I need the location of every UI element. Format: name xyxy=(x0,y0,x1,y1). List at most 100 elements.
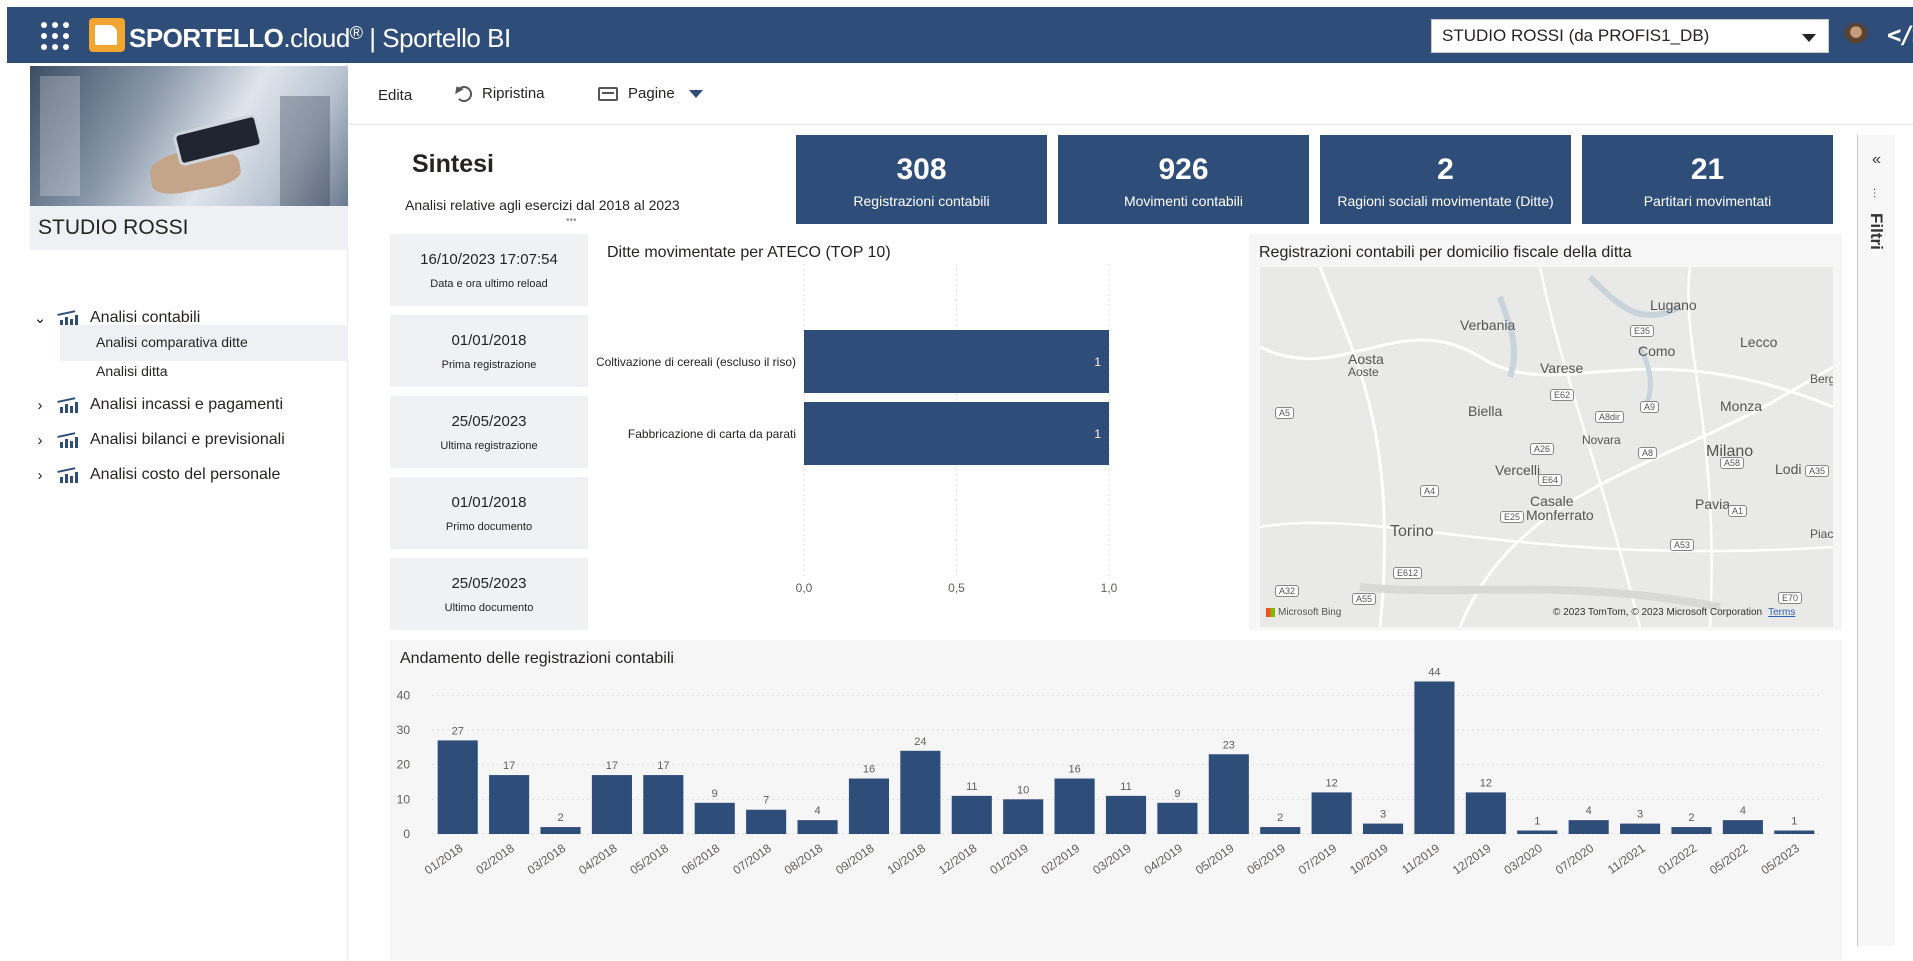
bar xyxy=(1517,830,1558,834)
x-tick-label: 11/2021 xyxy=(1605,841,1648,877)
bar xyxy=(804,330,1109,393)
road-sign: A8dir xyxy=(1595,411,1625,423)
map-view[interactable]: Lugano Verbania Lecco Aosta Aoste Como V… xyxy=(1260,267,1833,627)
data-label: 9 xyxy=(712,788,718,800)
date-label: Ultimo documento xyxy=(444,602,534,614)
data-label: 17 xyxy=(606,760,618,772)
x-tick-label: 10/2018 xyxy=(885,841,929,878)
brand-registered: ® xyxy=(349,23,363,43)
map-credit: © 2023 TomTom, © 2023 Microsoft Corporat… xyxy=(1553,607,1795,618)
date-card-first-registration[interactable]: 01/01/2018 Prima registrazione xyxy=(390,315,588,387)
brand-title[interactable]: SPORTELLO.cloud® | Sportello BI xyxy=(129,23,511,54)
bar xyxy=(1157,802,1198,834)
data-label: 17 xyxy=(503,760,515,772)
data-label: 1 xyxy=(1534,816,1540,828)
brand-separator: | xyxy=(362,23,383,53)
chevron-right-icon[interactable]: › xyxy=(30,397,50,414)
bar xyxy=(1105,795,1147,834)
data-label: 2 xyxy=(1277,812,1283,824)
kpi-value: 926 xyxy=(1158,153,1209,186)
y-tick-label: 10 xyxy=(397,792,411,806)
bar xyxy=(591,775,632,834)
kpi-card-registrazioni[interactable]: 308 Registrazioni contabili xyxy=(796,135,1047,224)
x-tick-label: 01/2018 xyxy=(422,841,466,878)
sidebar-group-label: Analisi incassi e pagamenti xyxy=(90,396,283,413)
report-canvas: Sintesi Analisi relative agli esercizi d… xyxy=(356,128,1856,961)
map-panel[interactable]: Registrazioni contabili per domicilio fi… xyxy=(1249,234,1842,630)
filters-pane[interactable]: « ⫶ Filtri xyxy=(1857,135,1895,946)
x-tick-label: 07/2018 xyxy=(730,841,774,878)
sidebar-group-analisi-personale[interactable]: › Analisi costo del personale xyxy=(30,459,281,491)
tenant-select-value: STUDIO ROSSI (da PROFIS1_DB) xyxy=(1442,26,1710,45)
bing-label: Microsoft Bing xyxy=(1278,607,1342,618)
date-card-last-registration[interactable]: 25/05/2023 Ultima registrazione xyxy=(390,396,588,468)
bar xyxy=(1362,823,1404,834)
sidebar-group-analisi-bilanci[interactable]: › Analisi bilanci e previsionali xyxy=(30,424,285,456)
chevron-right-icon[interactable]: › xyxy=(30,467,50,484)
date-value: 01/01/2018 xyxy=(451,332,527,349)
data-label: 3 xyxy=(1637,809,1643,821)
data-label: 23 xyxy=(1223,739,1235,751)
trend-bar-chart-panel[interactable]: Andamento delle registrazioni contabili … xyxy=(390,640,1842,960)
ateco-bar-chart[interactable]: 0,0 0,5 1,0 Coltivazione di cereali (esclus… xyxy=(597,264,1229,630)
chevron-right-icon[interactable]: › xyxy=(30,432,50,449)
data-label: 17 xyxy=(657,760,669,772)
app-launcher-icon[interactable] xyxy=(37,18,71,52)
bar xyxy=(900,750,941,834)
date-card-first-document[interactable]: 01/01/2018 Primo documento xyxy=(390,477,588,549)
map-place-label: Como xyxy=(1638,343,1676,359)
map-place-label: Aoste xyxy=(1348,365,1379,379)
ateco-bar-chart-panel[interactable]: Ditte movimentate per ATECO (TOP 10) 0,0… xyxy=(597,234,1229,630)
bar xyxy=(746,809,787,834)
data-label: 2 xyxy=(557,812,563,824)
bar xyxy=(1414,681,1455,834)
reset-button[interactable]: Ripristina xyxy=(456,85,545,102)
map-place-label: Pavia xyxy=(1695,496,1731,512)
kpi-label: Movimenti contabili xyxy=(1123,193,1244,209)
date-card-last-reload[interactable]: 16/10/2023 17:07:54 Data e ora ultimo re… xyxy=(390,234,588,306)
date-value: 25/05/2023 xyxy=(451,575,527,592)
filters-label: Filtri xyxy=(1867,213,1886,250)
date-card-last-document[interactable]: 25/05/2023 Ultimo documento xyxy=(390,558,588,630)
chart-icon xyxy=(58,397,78,413)
map-place-label: Torino xyxy=(1390,523,1434,540)
map-place-label: Monferrato xyxy=(1526,507,1594,523)
kpi-card-partitari[interactable]: 21 Partitari movimentati xyxy=(1582,135,1833,224)
user-avatar[interactable] xyxy=(1844,23,1868,47)
kpi-card-movimenti[interactable]: 926 Movimenti contabili xyxy=(1058,135,1309,224)
bar xyxy=(694,802,735,834)
kpi-card-ragioni-sociali[interactable]: 2 Ragioni sociali movimentate (Ditte) xyxy=(1320,135,1571,224)
x-tick-label: 02/2019 xyxy=(1039,841,1083,878)
code-icon[interactable]: </> xyxy=(1887,21,1913,49)
data-label: 12 xyxy=(1480,777,1492,789)
x-tick-label: 02/2018 xyxy=(473,841,517,878)
collapse-icon[interactable]: « xyxy=(1872,151,1881,169)
y-tick-label: 20 xyxy=(397,758,411,772)
data-label: 27 xyxy=(452,725,464,737)
more-options-icon[interactable]: ••• xyxy=(566,215,577,226)
road-sign: E62 xyxy=(1550,389,1575,401)
reset-label: Ripristina xyxy=(482,85,545,102)
sidebar-group-label: Analisi bilanci e previsionali xyxy=(90,431,285,448)
sidebar-group-label: Analisi costo del personale xyxy=(90,466,281,483)
data-label: 16 xyxy=(1068,764,1080,776)
pages-button[interactable]: Pagine xyxy=(598,85,703,102)
data-label: 11 xyxy=(966,781,977,793)
date-label: Prima registrazione xyxy=(441,359,537,371)
x-tick-label: 03/2018 xyxy=(525,841,569,878)
map-title: Registrazioni contabili per domicilio fi… xyxy=(1259,244,1632,261)
sidebar-group-analisi-incassi[interactable]: › Analisi incassi e pagamenti xyxy=(30,389,284,421)
trend-bar-chart[interactable]: 0102030402701/20181702/2018203/20181704/… xyxy=(390,668,1842,960)
bar xyxy=(1465,792,1506,834)
sidebar-item-analisi-ditta[interactable]: Analisi ditta xyxy=(60,354,348,390)
edit-button[interactable]: Edita xyxy=(378,87,412,104)
chevron-down-icon[interactable]: ⌄ xyxy=(30,309,50,327)
map-terms-link[interactable]: Terms xyxy=(1768,607,1795,618)
x-tick-label: 12/2019 xyxy=(1450,841,1494,878)
kpi-label: Registrazioni contabili xyxy=(853,193,990,209)
map-place-label: Varese xyxy=(1540,360,1584,376)
data-label: 4 xyxy=(814,805,820,817)
tenant-select[interactable]: STUDIO ROSSI (da PROFIS1_DB) xyxy=(1431,19,1829,53)
brand-bold: SPORTELLO xyxy=(129,23,284,53)
y-tick-label: 0 xyxy=(403,827,410,841)
